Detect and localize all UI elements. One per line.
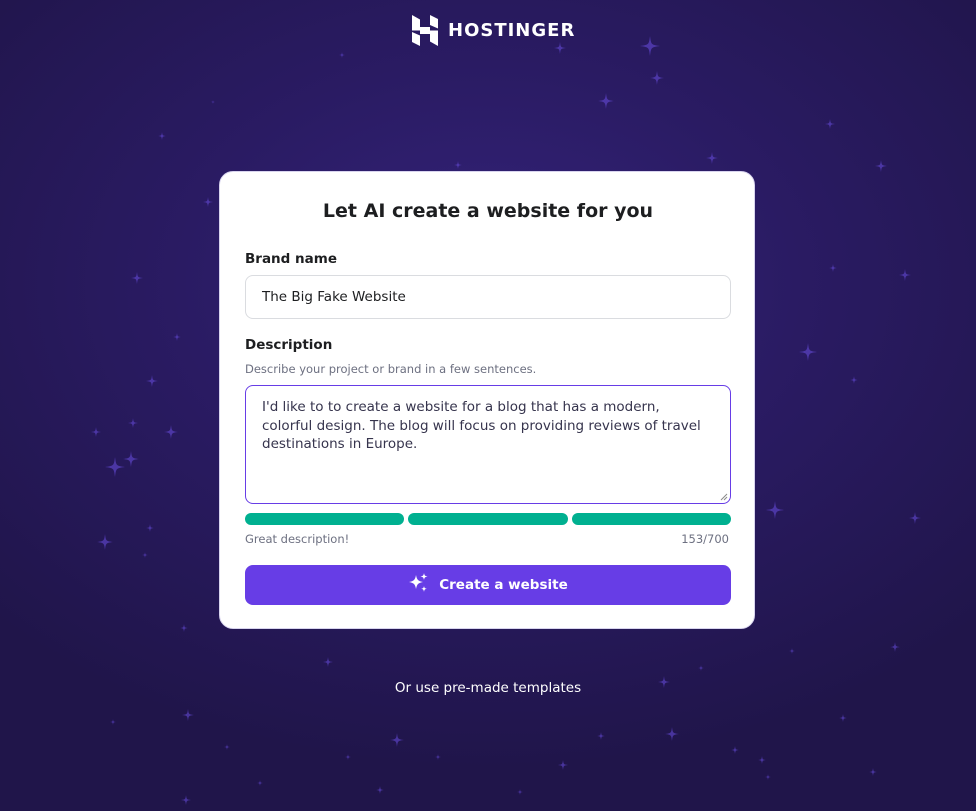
hostinger-h-logo-icon [412, 15, 438, 46]
card-title: Let AI create a website for you [322, 200, 654, 222]
create-website-button[interactable]: Create a website [245, 565, 731, 605]
quality-segment [245, 513, 405, 525]
description-quality-bar [245, 513, 731, 525]
ai-website-card: Let AI create a website for you Brand na… [219, 171, 755, 629]
description-hint: Describe your project or brand in a few … [245, 362, 537, 376]
logo-text: HOSTINGER [448, 20, 576, 41]
create-website-label: Create a website [439, 577, 568, 593]
brand-name-value: The Big Fake Website [262, 289, 406, 305]
hostinger-logo[interactable]: HOSTINGER [412, 15, 575, 46]
resize-grip-icon[interactable] [720, 493, 728, 501]
description-value: I'd like to to create a website for a bl… [262, 399, 701, 452]
char-count: 153/700 [681, 532, 729, 546]
quality-text: Great description! [245, 532, 350, 546]
quality-segment [571, 513, 731, 525]
quality-segment [408, 513, 568, 525]
pre-made-templates-link[interactable]: Or use pre-made templates [0, 680, 976, 696]
description-textarea[interactable]: I'd like to to create a website for a bl… [245, 385, 731, 504]
sparkles-icon [408, 572, 430, 598]
brand-name-label: Brand name [245, 251, 337, 267]
description-label: Description [245, 337, 333, 353]
brand-name-input[interactable]: The Big Fake Website [245, 275, 731, 319]
